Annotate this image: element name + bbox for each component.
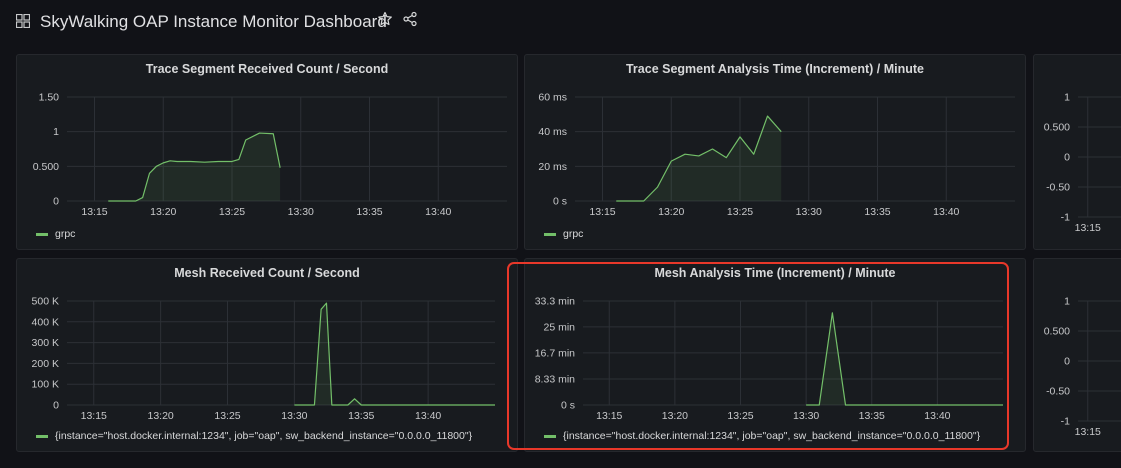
y-tick-label: 0.500: [1044, 326, 1070, 338]
y-tick-label: 500 K: [32, 296, 59, 308]
x-tick-label: 13:35: [348, 410, 374, 422]
legend-label[interactable]: grpc: [55, 228, 75, 240]
y-tick-label: -1: [1061, 212, 1070, 224]
x-tick-label: 13:40: [933, 206, 959, 218]
y-tick-label: 100 K: [32, 379, 59, 391]
y-tick-label: 1: [1064, 296, 1070, 308]
x-tick-label: 13:15: [81, 410, 107, 422]
panel-mesh-analysis[interactable]: Mesh Analysis Time (Increment) / Minute …: [524, 258, 1026, 452]
y-tick-label: 60 ms: [538, 92, 567, 104]
x-tick-label: 13:25: [214, 410, 240, 422]
y-tick-label: 0 s: [553, 196, 567, 208]
legend-label[interactable]: {instance="host.docker.internal:1234", j…: [563, 430, 981, 442]
y-tick-label: 0.500: [1044, 122, 1070, 134]
x-tick-label: 13:20: [147, 410, 173, 422]
panel-mesh-received[interactable]: Mesh Received Count / Second 500 K 400 K3…: [16, 258, 518, 452]
legend-label[interactable]: {instance="host.docker.internal:1234", j…: [55, 430, 473, 442]
chart-trace-analysis: 60 ms 40 ms 20 ms 0 s 13:15 13:20 13:25 13:30 13…: [538, 92, 1015, 240]
x-tick-label: 13:15: [1075, 426, 1101, 438]
y-tick-label: 8.33 min: [535, 373, 575, 385]
x-tick-label: 13:35: [356, 206, 382, 218]
chart-mesh-analysis: 33.3 min 25 min 16.7 min 8.33 min 0 s 13:15 13…: [535, 296, 1003, 442]
share-icon[interactable]: [402, 11, 418, 27]
y-tick-label: 200 K: [32, 358, 59, 370]
series-area: [294, 303, 495, 405]
x-tick-label: 13:15: [81, 206, 107, 218]
series-area: [108, 133, 281, 201]
x-tick-label: 13:30: [288, 206, 314, 218]
chart-trace-received: 1.50 1 0.500 0 13:15 13:20 13:25 13:30 13:35 13:4…: [33, 92, 507, 240]
y-tick-label: 400 K: [32, 316, 59, 328]
dashboard-header: SkyWalking OAP Instance Monitor Dashboar…: [0, 0, 1121, 44]
y-tick-label: 16.7 min: [535, 347, 575, 359]
x-tick-label: 13:25: [727, 206, 753, 218]
y-tick-label: 0: [53, 400, 59, 412]
panel-right-bottom[interactable]: 1 0.500 0 -0.50 -1 13:15: [1033, 258, 1121, 452]
legend-label[interactable]: grpc: [563, 228, 583, 240]
x-tick-label: 13:15: [596, 410, 622, 422]
y-tick-label: 1: [53, 126, 59, 138]
x-tick-label: 13:35: [859, 410, 885, 422]
y-tick-label: 25 min: [543, 321, 575, 333]
y-tick-label: -0.50: [1046, 386, 1070, 398]
chart-mesh-received: 500 K 400 K 300 K 200 K 100 K 0 13:15 13:20 13:2…: [32, 296, 495, 442]
legend-swatch: [544, 435, 556, 438]
x-tick-label: 13:30: [281, 410, 307, 422]
y-tick-label: 300 K: [32, 337, 59, 349]
panel-right-top[interactable]: 1 0.500 0 -0.50 -1 13:15: [1033, 54, 1121, 250]
y-tick-label: 0.500: [33, 161, 59, 173]
legend-swatch: [544, 233, 556, 236]
y-tick-label: 1.50: [39, 92, 60, 104]
x-tick-label: 13:40: [425, 206, 451, 218]
y-tick-label: 40 ms: [538, 126, 567, 138]
x-tick-label: 13:25: [219, 206, 245, 218]
y-tick-label: 0: [1064, 356, 1070, 368]
x-tick-label: 13:35: [864, 206, 890, 218]
x-tick-label: 13:40: [415, 410, 441, 422]
chart-right-top: 1 0.500 0 -0.50 -1 13:15: [1044, 92, 1121, 234]
x-tick-label: 13:15: [589, 206, 615, 218]
y-tick-label: -0.50: [1046, 182, 1070, 194]
x-tick-label: 13:20: [658, 206, 684, 218]
y-tick-label: 1: [1064, 92, 1070, 104]
panel-trace-received[interactable]: Trace Segment Received Count / Second 1.…: [16, 54, 518, 250]
series-area: [616, 116, 782, 201]
dashboard-title[interactable]: SkyWalking OAP Instance Monitor Dashboar…: [40, 12, 387, 32]
y-tick-label: 0 s: [561, 400, 575, 412]
y-tick-label: 0: [53, 196, 59, 208]
legend-swatch: [36, 233, 48, 236]
x-tick-label: 13:30: [793, 410, 819, 422]
star-icon[interactable]: [377, 11, 393, 27]
legend-swatch: [36, 435, 48, 438]
x-tick-label: 13:25: [727, 410, 753, 422]
x-tick-label: 13:30: [796, 206, 822, 218]
x-tick-label: 13:40: [924, 410, 950, 422]
chart-right-bottom: 1 0.500 0 -0.50 -1 13:15: [1044, 296, 1121, 438]
y-tick-label: 20 ms: [538, 161, 567, 173]
y-tick-label: 33.3 min: [535, 296, 575, 308]
x-tick-label: 13:20: [662, 410, 688, 422]
y-tick-label: 0: [1064, 152, 1070, 164]
y-tick-label: -1: [1061, 416, 1070, 428]
x-tick-label: 13:20: [150, 206, 176, 218]
x-tick-label: 13:15: [1075, 222, 1101, 234]
panel-trace-analysis[interactable]: Trace Segment Analysis Time (Increment) …: [524, 54, 1026, 250]
dashboard-grid-icon: [16, 14, 30, 28]
